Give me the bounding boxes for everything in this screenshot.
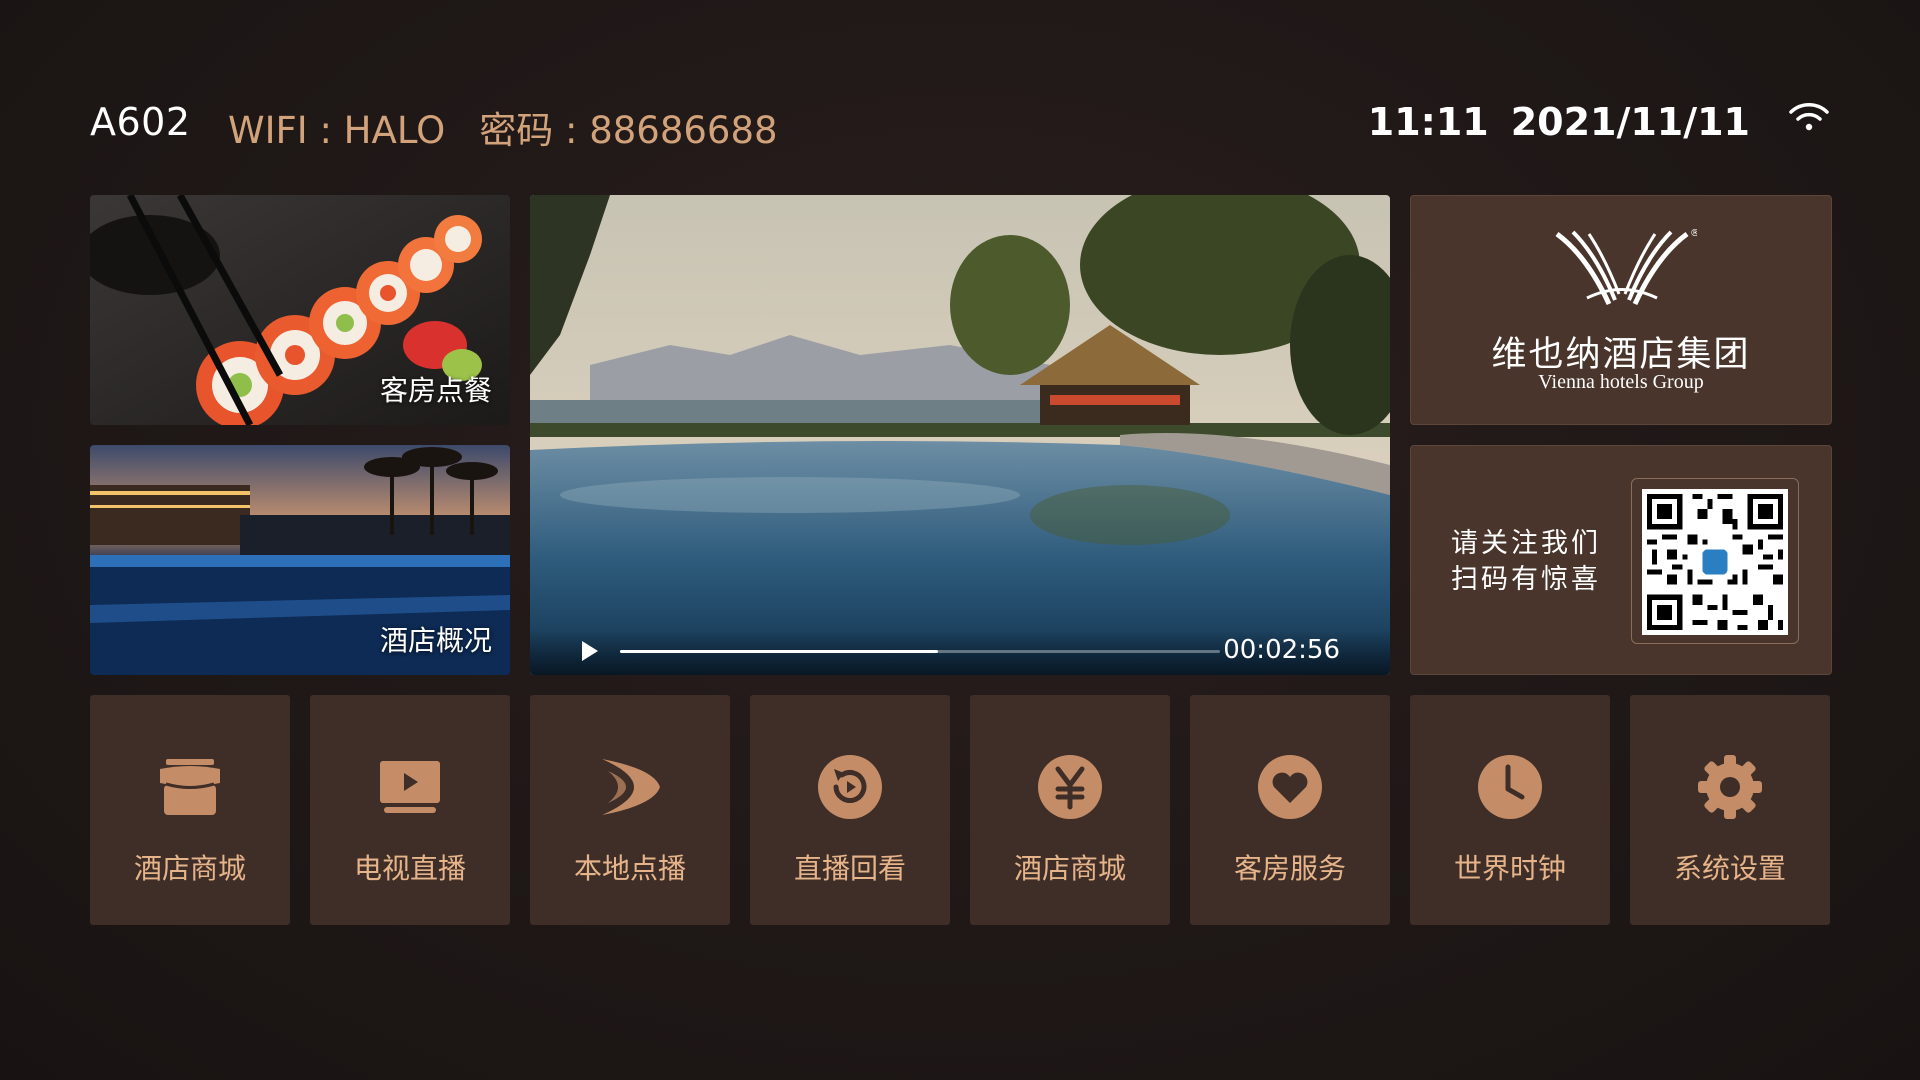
progress-bar[interactable] (620, 650, 1220, 653)
qr-code-frame (1631, 478, 1799, 644)
tv-icon (380, 761, 440, 813)
app-room-service[interactable]: 客房服务 (1190, 695, 1390, 925)
brand-name-en: Vienna hotels Group (1538, 371, 1704, 393)
follow-line-2: 扫码有惊喜 (1451, 564, 1601, 595)
gear-icon (1698, 755, 1762, 819)
wifi-password: 密码 : 88686688 (479, 109, 778, 152)
wifi-name: WIFI : HALO (228, 109, 446, 152)
status-header: A602 WIFI : HALO 密码 : 88686688 11:11 2021/… (90, 92, 1830, 152)
app-hotel-mall-2[interactable]: 酒店商城 (970, 695, 1170, 925)
brand-name-cn: 维也纳酒店集团 (1491, 335, 1751, 375)
app-system-settings[interactable]: 系统设置 (1630, 695, 1830, 925)
store-icon (160, 759, 220, 815)
video-time: 00:02:56 (1223, 635, 1340, 665)
app-label: 客房服务 (1233, 852, 1346, 885)
hotel-overview-label: 酒店概况 (379, 624, 492, 657)
room-dining-tile[interactable]: 客房点餐 (90, 195, 510, 425)
progress-fill (620, 650, 938, 653)
hotel-brand-panel: ® 维也纳酒店集团 Vienna hotels Group (1410, 195, 1832, 425)
app-live-tv[interactable]: 电视直播 (310, 695, 510, 925)
yuan-icon (1038, 755, 1102, 819)
wifi-info: WIFI : HALO 密码 : 88686688 (228, 100, 778, 154)
room-number: A602 (90, 100, 191, 144)
hotel-overview-tile[interactable]: 酒店概况 (90, 445, 510, 675)
qr-code (1642, 489, 1788, 635)
video-player[interactable]: 00:02:56 (530, 195, 1390, 675)
heart-icon (1258, 755, 1322, 819)
date-time: 11:11 2021/11/11 (1368, 100, 1750, 144)
app-label: 本地点播 (573, 852, 686, 885)
resort-pool-video-frame (530, 195, 1390, 675)
wifi-icon (1789, 103, 1829, 131)
room-dining-label: 客房点餐 (379, 374, 492, 407)
app-label: 酒店商城 (1013, 852, 1126, 885)
video-controls: 00:02:56 (530, 629, 1390, 675)
app-live-replay[interactable]: 直播回看 (750, 695, 950, 925)
registered-mark: ® (1690, 228, 1697, 239)
app-local-vod[interactable]: 本地点播 (530, 695, 730, 925)
replay-icon (818, 755, 882, 819)
clock-icon (1478, 755, 1542, 819)
app-grid: 酒店商城 电视直播 本地点播 直播回看 酒店商城 客房服务 世界时钟 系统设置 (90, 695, 1832, 925)
app-label: 世界时钟 (1453, 852, 1566, 885)
app-label: 酒店商城 (133, 852, 246, 885)
app-world-clock[interactable]: 世界时钟 (1410, 695, 1610, 925)
app-label: 直播回看 (793, 852, 906, 885)
follow-line-1: 请关注我们 (1451, 528, 1601, 559)
app-label: 系统设置 (1673, 852, 1786, 885)
current-time: 11:11 (1367, 100, 1489, 144)
play-icon[interactable] (580, 639, 600, 663)
vod-icon (602, 759, 660, 815)
app-label: 电视直播 (353, 852, 466, 885)
app-hotel-mall[interactable]: 酒店商城 (90, 695, 290, 925)
follow-us-panel: 请关注我们 扫码有惊喜 (1410, 445, 1832, 675)
vienna-logo: ® (1555, 228, 1697, 306)
follow-us-text: 请关注我们 扫码有惊喜 (1451, 526, 1601, 598)
current-date: 2021/11/11 (1510, 100, 1750, 144)
